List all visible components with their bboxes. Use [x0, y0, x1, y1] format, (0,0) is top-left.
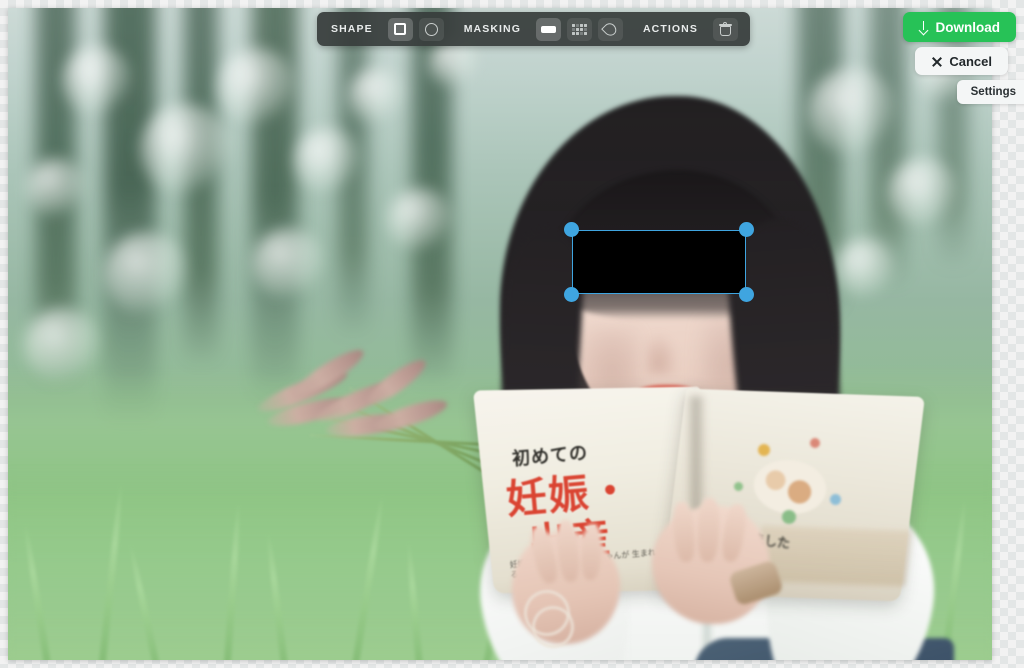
download-arrow-icon [919, 21, 929, 33]
settings-button-label: Settings [970, 86, 1016, 98]
toolbar-group-actions: ACTIONS [641, 17, 738, 41]
circle-icon [424, 22, 438, 36]
cancel-button-label: Cancel [949, 53, 992, 69]
mask-rectangle[interactable] [572, 230, 746, 294]
photo-bokeh [218, 48, 296, 126]
settings-button[interactable]: Settings [956, 80, 1024, 104]
photo-bokeh [294, 128, 360, 194]
download-button-label: Download [935, 19, 1001, 35]
photo-bokeh [62, 46, 132, 116]
delete-selection-button[interactable] [712, 17, 738, 41]
trash-icon [718, 21, 732, 36]
shape-rectangle-button[interactable] [387, 17, 413, 41]
editor-toolbar: SHAPE MASKING ACTIONS [317, 12, 750, 46]
square-icon [394, 23, 407, 35]
close-x-icon [931, 56, 942, 67]
photo-bokeh [252, 228, 324, 300]
pixelate-grid-icon [571, 23, 587, 35]
resize-handle-top-left[interactable] [564, 222, 579, 237]
toolbar-label-shape: SHAPE [331, 23, 373, 35]
resize-handle-bottom-right[interactable] [739, 287, 754, 302]
editor-page: 初めての 妊娠・ 出産 妊娠がわかった日から赤ちゃんが 生まれるまでのすべてがわ… [0, 0, 1024, 668]
photo-image[interactable]: 初めての 妊娠・ 出産 妊娠がわかった日から赤ちゃんが 生まれるまでのすべてがわ… [8, 8, 992, 660]
toolbar-label-masking: MASKING [463, 23, 521, 35]
solid-bar-icon [540, 25, 556, 33]
photo-bokeh [348, 68, 404, 124]
resize-handle-top-right[interactable] [739, 222, 754, 237]
toolbar-label-actions: ACTIONS [642, 23, 698, 35]
mask-fill-button[interactable] [535, 17, 561, 41]
shape-ellipse-button[interactable] [418, 17, 444, 41]
photo-bokeh [104, 232, 188, 316]
water-drop-icon [601, 20, 620, 38]
mask-pixelate-button[interactable] [566, 17, 592, 41]
cancel-button[interactable]: Cancel [915, 47, 1008, 75]
photo-bokeh [140, 104, 232, 196]
photo-subject-woman: 初めての 妊娠・ 出産 妊娠がわかった日から赤ちゃんが 生まれるまでのすべてがわ… [438, 78, 958, 660]
download-button[interactable]: Download [902, 12, 1016, 42]
mask-blur-button[interactable] [597, 17, 623, 41]
image-canvas[interactable]: 初めての 妊娠・ 出産 妊娠がわかった日から赤ちゃんが 生まれるまでのすべてがわ… [8, 8, 992, 660]
toolbar-group-masking: MASKING [462, 17, 623, 41]
photo-bokeh [26, 158, 86, 218]
toolbar-group-shape: SHAPE [329, 17, 444, 41]
mask-selection[interactable] [564, 222, 754, 302]
resize-handle-bottom-left[interactable] [564, 287, 579, 302]
photo-nose [646, 333, 678, 375]
